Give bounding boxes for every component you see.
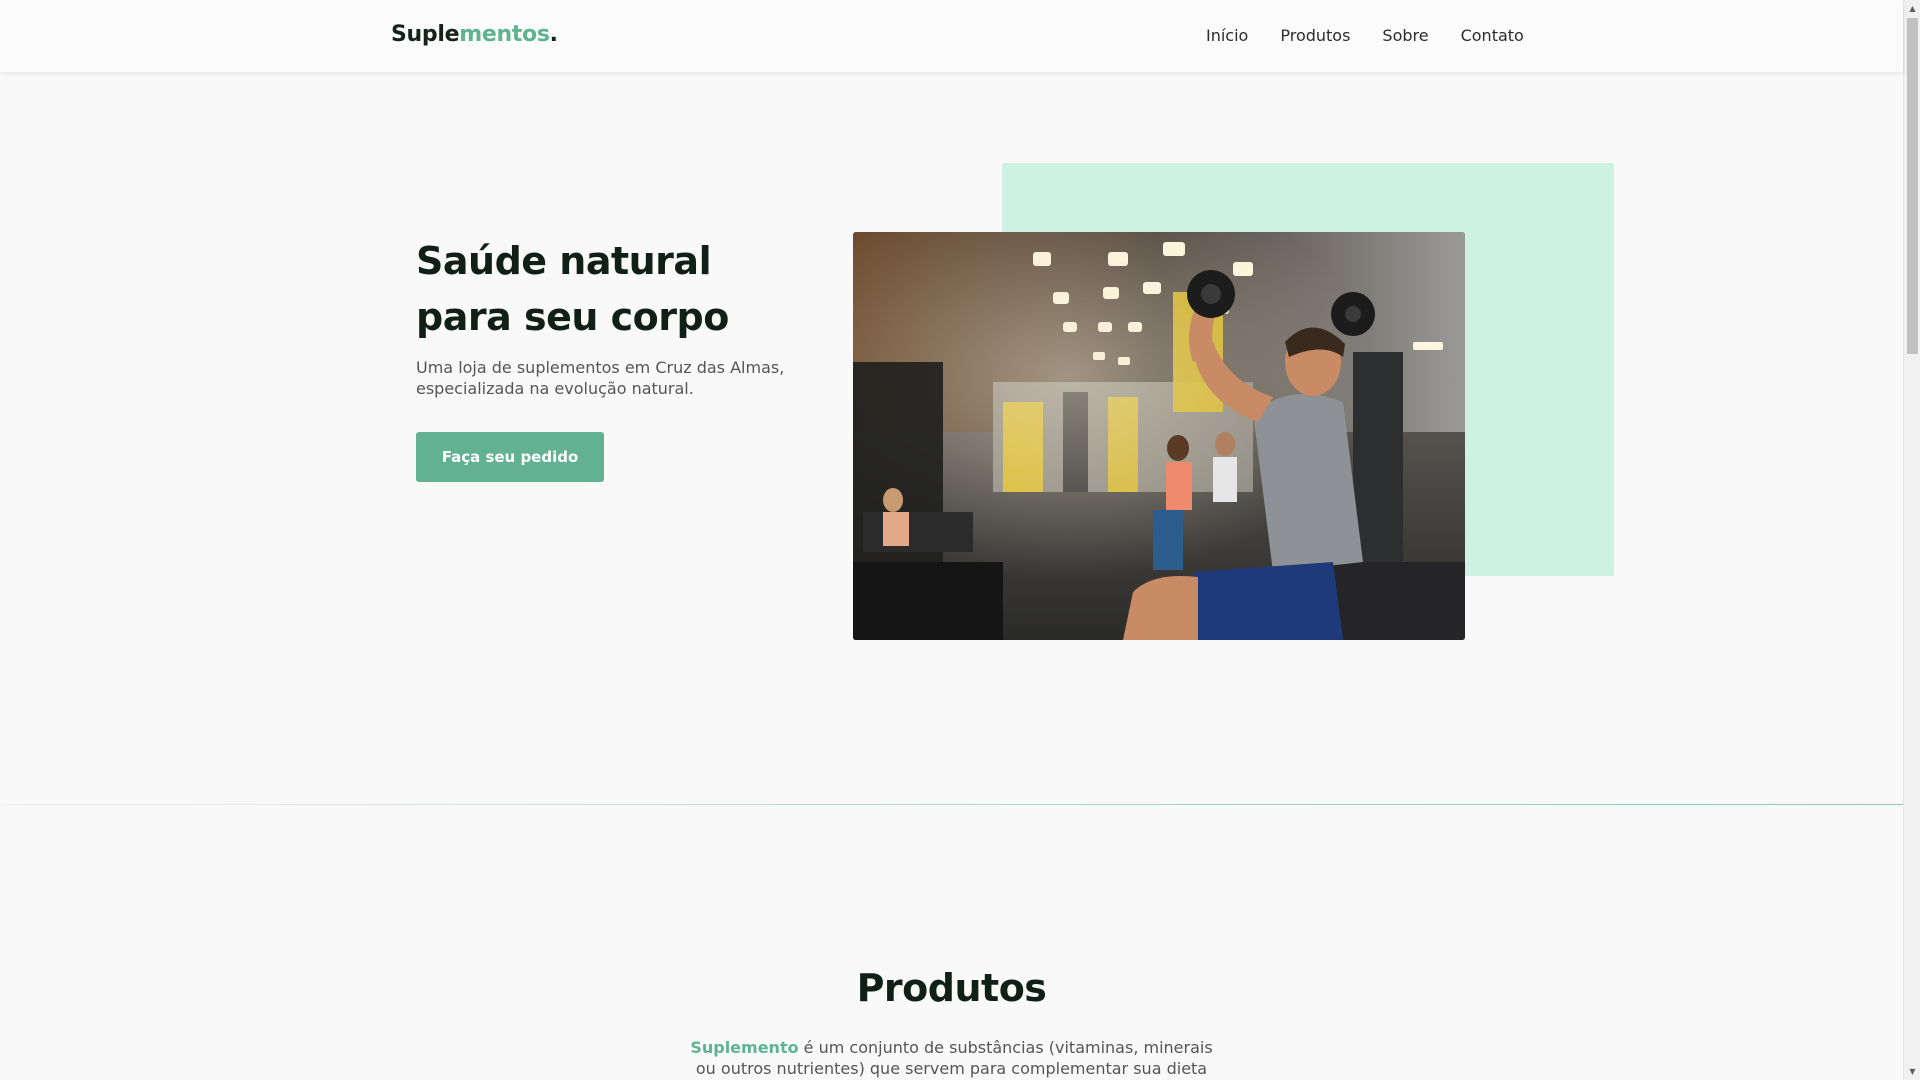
nav-link-contato[interactable]: Contato (1461, 26, 1524, 45)
products-description: Suplemento é um conjunto de substâncias … (690, 1037, 1213, 1080)
products-title: Produtos (856, 966, 1047, 1010)
logo-dot: . (549, 22, 558, 47)
products-highlight: Suplemento (690, 1038, 799, 1057)
gym-photo-illustration (853, 232, 1465, 640)
hero-gym-photo (853, 232, 1465, 640)
nav-link-sobre[interactable]: Sobre (1382, 26, 1428, 45)
scrollbar-thumb[interactable] (1907, 18, 1918, 354)
main-nav: Início Produtos Sobre Contato (1206, 26, 1524, 45)
vertical-scrollbar[interactable]: ▲ ▼ (1903, 0, 1920, 1080)
site-header: Suplementos. Início Produtos Sobre Conta… (0, 0, 1903, 72)
hero-title: Saúde natural para seu corpo (416, 239, 729, 339)
hero-description: Uma loja de suplementos em Cruz das Alma… (416, 358, 785, 398)
logo-text-accent: mentos (459, 22, 550, 47)
logo[interactable]: Suplementos. (391, 22, 558, 47)
order-button[interactable]: Faça seu pedido (416, 432, 604, 482)
scroll-down-icon[interactable]: ▼ (1904, 1063, 1920, 1080)
section-divider (0, 804, 1903, 805)
nav-link-inicio[interactable]: Início (1206, 26, 1248, 45)
logo-text-dark: Suple (391, 22, 460, 47)
nav-link-produtos[interactable]: Produtos (1280, 26, 1350, 45)
scroll-up-icon[interactable]: ▲ (1904, 0, 1920, 17)
